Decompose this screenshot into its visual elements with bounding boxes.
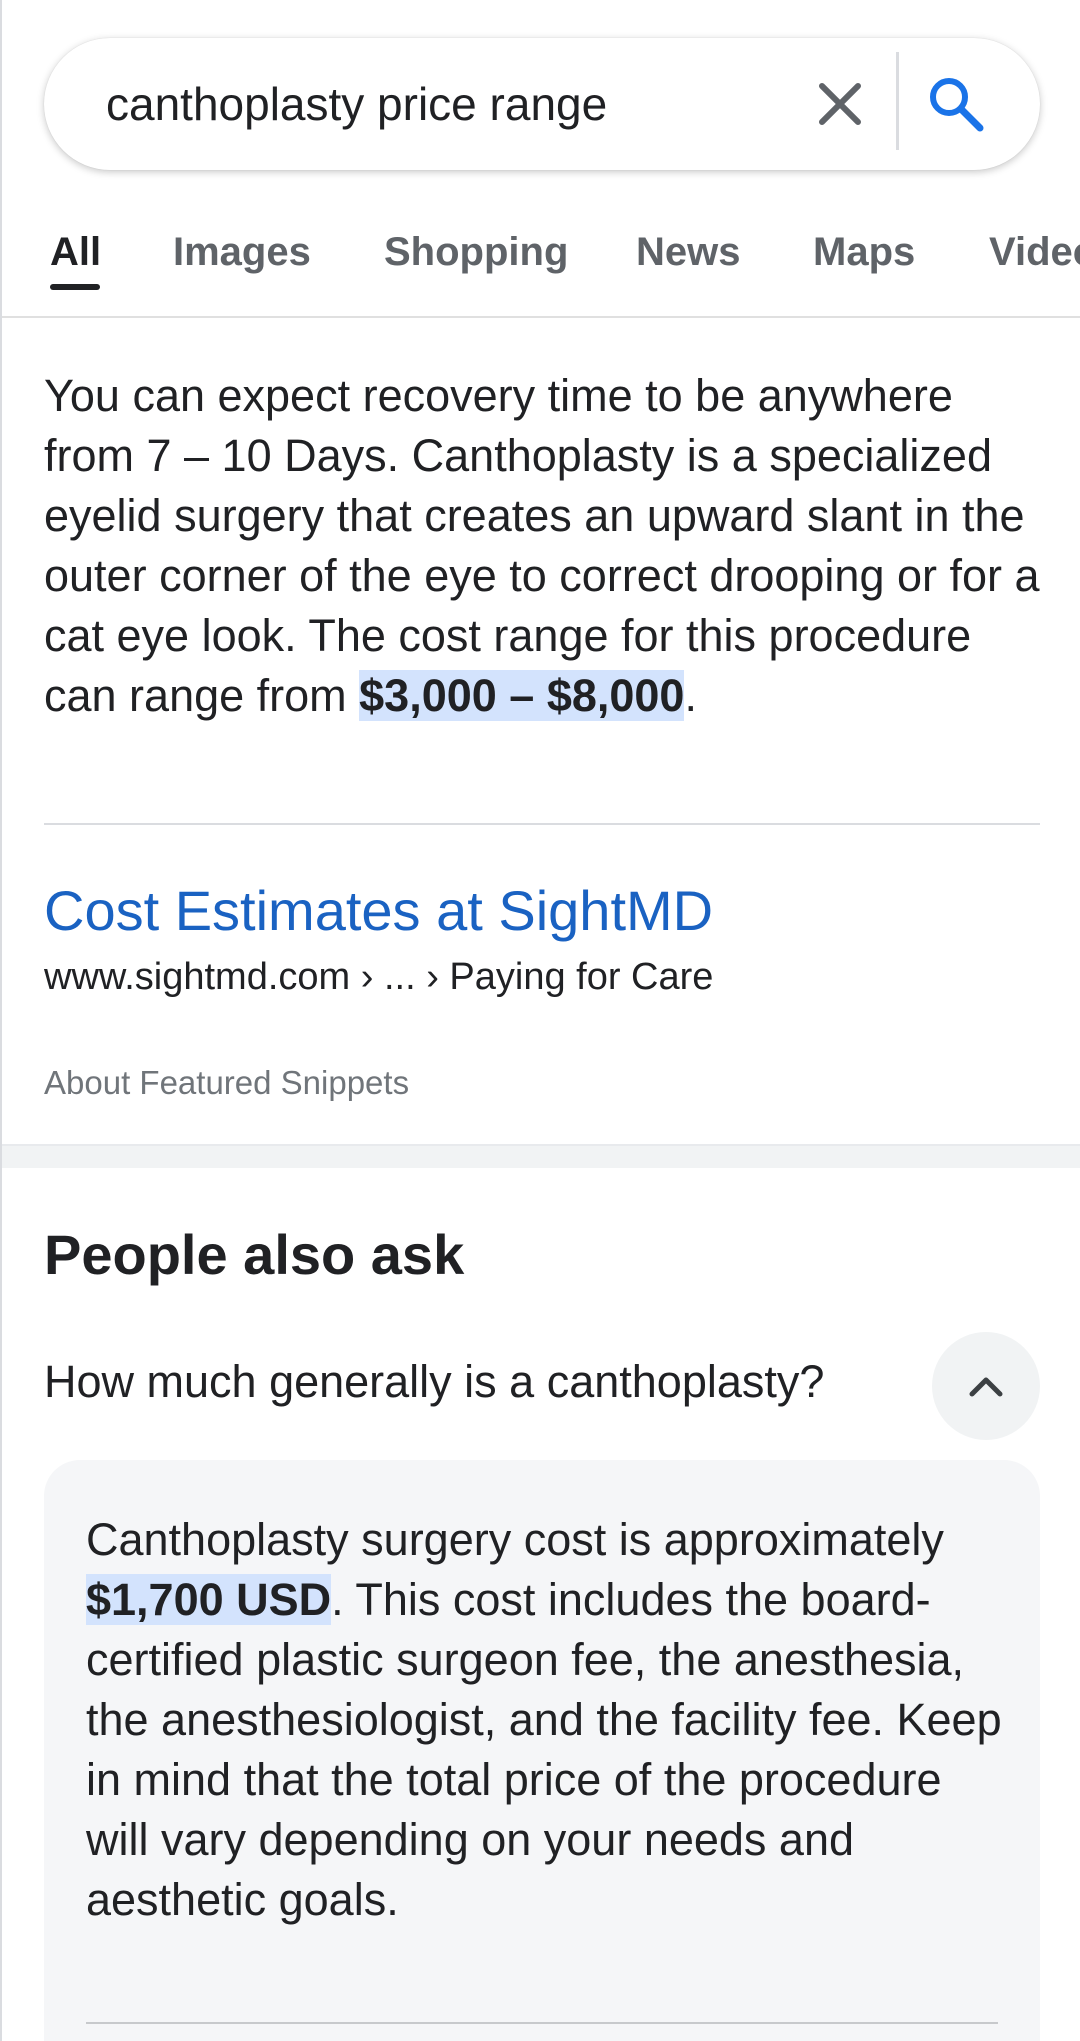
result-title-link[interactable]: Cost Estimates at SightMD bbox=[44, 878, 713, 943]
collapse-button[interactable] bbox=[932, 1332, 1040, 1440]
section-separator bbox=[2, 1144, 1080, 1168]
snippet-end: . bbox=[684, 670, 697, 721]
search-results-page: canthoplasty price range All Images Shop… bbox=[0, 0, 1080, 2041]
chevron-up-icon bbox=[969, 1377, 1003, 1397]
snippet-divider bbox=[44, 823, 1040, 825]
search-icon[interactable] bbox=[924, 72, 988, 136]
about-featured-snippets-link[interactable]: About Featured Snippets bbox=[44, 1064, 409, 1102]
tab-all[interactable]: All bbox=[50, 230, 101, 275]
search-bar[interactable]: canthoplasty price range bbox=[44, 38, 1040, 170]
snippet-highlight: $3,000 – $8,000 bbox=[359, 670, 685, 721]
answer-divider bbox=[86, 2022, 998, 2024]
tab-news[interactable]: News bbox=[636, 230, 741, 275]
paa-answer-card: Canthoplasty surgery cost is approximate… bbox=[44, 1460, 1040, 2041]
tab-videos[interactable]: Videos bbox=[989, 230, 1080, 275]
people-also-ask-heading: People also ask bbox=[44, 1223, 465, 1286]
featured-snippet-text: You can expect recovery time to be anywh… bbox=[44, 366, 1044, 726]
search-tabs: All Images Shopping News Maps Videos bbox=[2, 218, 1080, 318]
paa-answer-text: Canthoplasty surgery cost is approximate… bbox=[86, 1510, 1006, 1930]
tab-shopping[interactable]: Shopping bbox=[384, 230, 568, 275]
answer-end: . This cost includes the board-certified… bbox=[86, 1574, 1002, 1925]
result-url: www.sightmd.com › ... › Paying for Care bbox=[44, 956, 714, 998]
tab-active-indicator bbox=[50, 284, 100, 290]
answer-highlight: $1,700 USD bbox=[86, 1574, 332, 1625]
close-icon[interactable] bbox=[812, 76, 868, 132]
paa-question[interactable]: How much generally is a canthoplasty? bbox=[44, 1356, 824, 1408]
tab-maps[interactable]: Maps bbox=[813, 230, 915, 275]
search-input[interactable]: canthoplasty price range bbox=[106, 38, 607, 170]
snippet-body: You can expect recovery time to be anywh… bbox=[44, 370, 1040, 721]
search-divider bbox=[896, 52, 899, 150]
answer-body: Canthoplasty surgery cost is approximate… bbox=[86, 1514, 944, 1565]
tab-images[interactable]: Images bbox=[173, 230, 311, 275]
